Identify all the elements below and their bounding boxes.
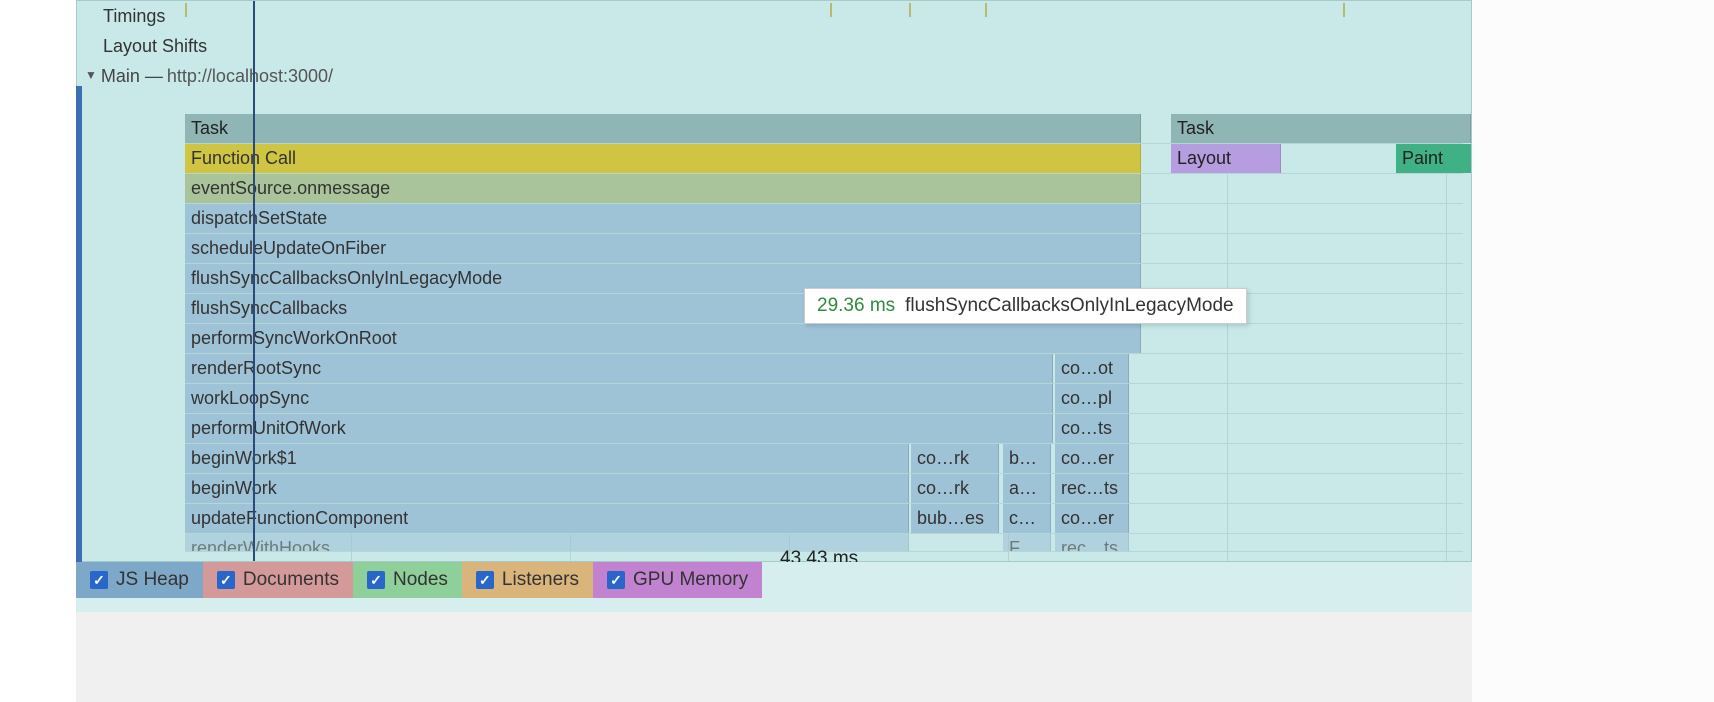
legend-label: Nodes	[393, 569, 448, 591]
flame-paint[interactable]: Paint	[1396, 144, 1472, 173]
flame-task[interactable]: Task	[185, 114, 1141, 143]
flame-fragment[interactable]: rec…ts	[1055, 474, 1129, 503]
legend-listeners[interactable]: ✓ Listeners	[462, 562, 593, 598]
flame-fragment[interactable]: co…rk	[911, 444, 999, 473]
flame-begin[interactable]: beginWork	[185, 474, 909, 503]
selection-bracket[interactable]	[76, 86, 82, 562]
tooltip-name: flushSyncCallbacksOnlyInLegacyMode	[905, 295, 1233, 317]
right-gutter	[1472, 0, 1714, 702]
flame-begin1[interactable]: beginWork$1	[185, 444, 909, 473]
left-gutter	[0, 0, 76, 702]
flame-fragment[interactable]: co…ot	[1055, 354, 1129, 383]
flame-tooltip: 29.36 ms flushSyncCallbacksOnlyInLegacyM…	[804, 288, 1247, 324]
flame-fragment[interactable]: a…	[1003, 474, 1051, 503]
memory-legend-bar: ✓ JS Heap ✓ Documents ✓ Nodes ✓ Listener…	[76, 562, 1472, 612]
timing-tick	[985, 3, 987, 17]
flame-fragment[interactable]: co…er	[1055, 504, 1129, 533]
flame-fragment[interactable]: bub…es	[911, 504, 999, 533]
flame-workloop[interactable]: workLoopSync	[185, 384, 1053, 413]
flame-fragment[interactable]: co…rk	[911, 474, 999, 503]
main-label: Main —	[101, 61, 163, 91]
checkbox-icon[interactable]: ✓	[217, 571, 235, 589]
memory-legend: ✓ JS Heap ✓ Documents ✓ Nodes ✓ Listener…	[76, 562, 762, 598]
track-timings[interactable]: Timings	[77, 1, 1471, 31]
legend-gpu-memory[interactable]: ✓ GPU Memory	[593, 562, 762, 598]
flame-task[interactable]: Task	[1171, 114, 1471, 143]
flame-fragment[interactable]: co…pl	[1055, 384, 1129, 413]
legend-nodes[interactable]: ✓ Nodes	[353, 562, 462, 598]
legend-label: Documents	[243, 569, 339, 591]
flame-onmessage[interactable]: eventSource.onmessage	[185, 174, 1141, 203]
flame-unit[interactable]: performUnitOfWork	[185, 414, 1053, 443]
flame-fragment[interactable]: c…	[1003, 504, 1051, 533]
disclosure-triangle-icon[interactable]: ▼	[85, 60, 97, 90]
legend-documents[interactable]: ✓ Documents	[203, 562, 353, 598]
timing-tick	[185, 3, 187, 17]
timing-tick	[909, 3, 911, 17]
flame-fragment[interactable]: b…	[1003, 444, 1051, 473]
flame-perform-root[interactable]: performSyncWorkOnRoot	[185, 324, 1141, 353]
legend-js-heap[interactable]: ✓ JS Heap	[76, 562, 203, 598]
track-main[interactable]: ▼ Main — http://localhost:3000/	[77, 61, 1471, 91]
legend-label: GPU Memory	[633, 569, 748, 591]
flame-fragment[interactable]: co…er	[1055, 444, 1129, 473]
legend-label: Listeners	[502, 569, 579, 591]
track-layout-shifts[interactable]: Layout Shifts	[77, 31, 1471, 61]
flame-layout[interactable]: Layout	[1171, 144, 1281, 173]
timing-tick	[1343, 3, 1345, 17]
checkbox-icon[interactable]: ✓	[367, 571, 385, 589]
flame-update-fn[interactable]: updateFunctionComponent	[185, 504, 909, 533]
flame-function-call[interactable]: Function Call	[185, 144, 1141, 173]
tooltip-duration: 29.36 ms	[817, 295, 895, 317]
flame-fragment[interactable]: F	[1003, 534, 1051, 552]
performance-panel[interactable]: Timings Layout Shifts ▼ Main — http://lo…	[76, 0, 1472, 562]
checkbox-icon[interactable]: ✓	[476, 571, 494, 589]
timing-tick	[830, 3, 832, 17]
flame-dispatch[interactable]: dispatchSetState	[185, 204, 1141, 233]
main-url: http://localhost:3000/	[167, 61, 333, 91]
checkbox-icon[interactable]: ✓	[607, 571, 625, 589]
flame-chart[interactable]: Task Task T… Function Call Layout Paint …	[185, 114, 1463, 561]
selection-marker[interactable]	[253, 1, 255, 561]
flame-schedule[interactable]: scheduleUpdateOnFiber	[185, 234, 1141, 263]
checkbox-icon[interactable]: ✓	[90, 571, 108, 589]
flame-fragment[interactable]: co…ts	[1055, 414, 1129, 443]
flame-fragment[interactable]: rec…ts	[1055, 534, 1129, 552]
legend-label: JS Heap	[116, 569, 189, 591]
flame-render-root[interactable]: renderRootSync	[185, 354, 1053, 383]
